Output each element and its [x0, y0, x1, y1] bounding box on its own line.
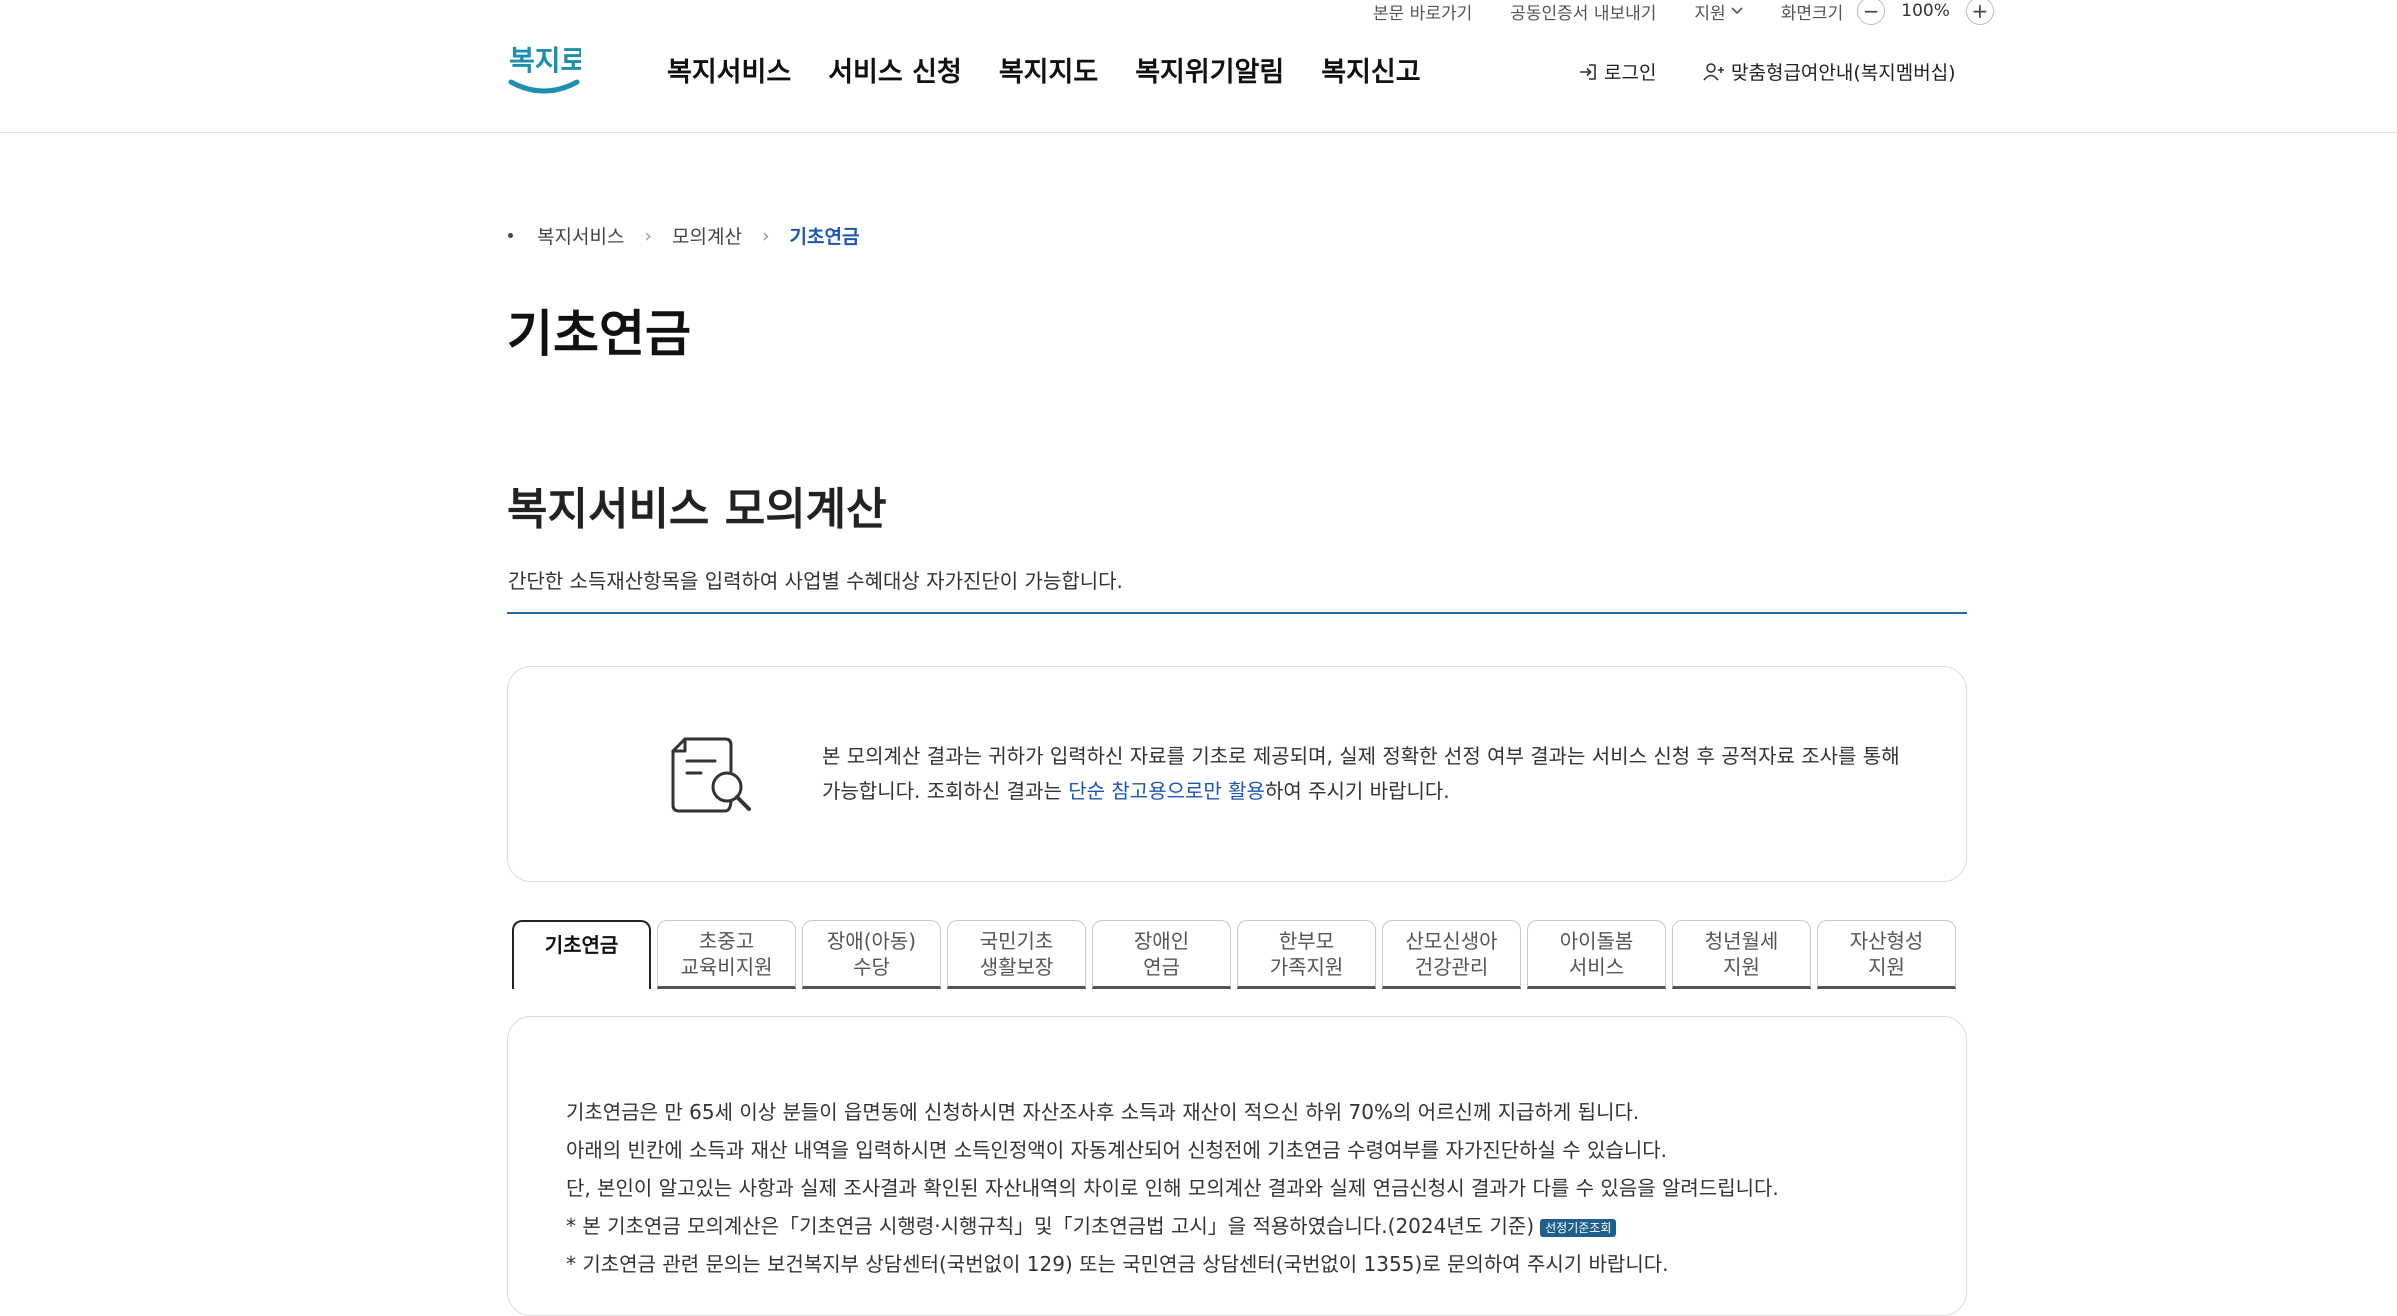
membership-label: 맞춤형급여안내(복지멤버십) — [1731, 62, 1956, 84]
logo-text: 복지로 — [509, 44, 581, 77]
info-line: 기초연금은 만 65세 이상 분들이 읍면동에 신청하시면 자산조사후 소득과 … — [566, 1100, 1640, 1124]
support-dropdown[interactable]: 지원 — [1694, 0, 1743, 24]
cert-export-link[interactable]: 공동인증서 내보내기 — [1510, 0, 1656, 24]
info-line-with-badge: * 본 기초연금 모의계산은「기초연금 시행령‧시행규칙」및「기초연금법 고시」… — [566, 1207, 1779, 1245]
section-divider — [507, 612, 1967, 614]
zoom-in-button[interactable]: + — [1965, 0, 1994, 25]
site-logo[interactable]: 복지로 — [507, 36, 586, 98]
info-line-text: * 본 기초연금 모의계산은「기초연금 시행령‧시행규칙」및「기초연금법 고시」… — [566, 1214, 1535, 1238]
nav-welfare-service[interactable]: 복지서비스 — [667, 50, 791, 89]
support-label: 지원 — [1694, 3, 1726, 24]
notice-text-end: 하여 주시기 바랍니다. — [1264, 779, 1450, 803]
breadcrumb-bullet-icon — [508, 233, 513, 238]
tab-school-education-support[interactable]: 초중고 교육비지원 — [657, 920, 796, 989]
section-description: 간단한 소득재산항목을 입력하여 사업별 수혜대상 자가진단이 가능합니다. — [508, 569, 1123, 593]
chevron-right-icon: › — [761, 224, 770, 247]
tab-maternity-newborn-care[interactable]: 산모신생아 건강관리 — [1382, 920, 1521, 989]
membership-link[interactable]: 맞춤형급여안내(복지멤버십) — [1703, 58, 1956, 85]
zoom-label: 화면크기 — [1780, 3, 1844, 24]
selection-criteria-button[interactable]: 선정기준조회 — [1540, 1218, 1617, 1237]
nav-crisis-alert[interactable]: 복지위기알림 — [1135, 50, 1284, 89]
skip-to-content-link[interactable]: 본문 바로가기 — [1373, 0, 1472, 24]
tab-basic-livelihood[interactable]: 국민기초 생활보장 — [947, 920, 1086, 989]
bokjiro-logo-icon: 복지로 — [508, 44, 586, 94]
tab-disability-pension[interactable]: 장애인 연금 — [1092, 920, 1231, 989]
nav-welfare-map[interactable]: 복지지도 — [999, 50, 1098, 89]
content-box: 기초연금은 만 65세 이상 분들이 읍면동에 신청하시면 자산조사후 소득과 … — [507, 1016, 1967, 1316]
nav-welfare-report[interactable]: 복지신고 — [1321, 50, 1420, 89]
page-title: 기초연금 — [507, 305, 691, 363]
tab-asset-building-support[interactable]: 자산형성 지원 — [1817, 920, 1956, 989]
zoom-value: 100% — [1901, 1, 1950, 21]
zoom-out-button[interactable]: − — [1857, 0, 1886, 25]
notice-highlight: 단순 참고용으로만 활용 — [1068, 779, 1265, 803]
breadcrumb-item-simulation[interactable]: 모의계산 — [672, 222, 742, 249]
nav-service-apply[interactable]: 서비스 신청 — [828, 50, 962, 89]
tab-disabled-child-allowance[interactable]: 장애(아동) 수당 — [802, 920, 941, 989]
login-icon — [1580, 63, 1596, 80]
breadcrumb-item-current: 기초연금 — [789, 226, 860, 248]
breadcrumb-item-welfare-service[interactable]: 복지서비스 — [537, 222, 624, 249]
notice-text: 본 모의계산 결과는 귀하가 입력하신 자료를 기초로 제공되며, 실제 정확한… — [822, 739, 1902, 809]
info-line: 아래의 빈칸에 소득과 재산 내역을 입력하시면 소득인정액이 자동계산되어 신… — [566, 1138, 1668, 1162]
user-plus-icon — [1703, 62, 1724, 81]
login-label: 로그인 — [1604, 62, 1657, 84]
notice-box: 본 모의계산 결과는 귀하가 입력하신 자료를 기초로 제공되며, 실제 정확한… — [507, 666, 1967, 882]
chevron-down-icon — [1731, 7, 1743, 15]
section-title: 복지서비스 모의계산 — [507, 484, 887, 535]
breadcrumb: 복지서비스 › 모의계산 › 기초연금 — [508, 222, 859, 249]
tab-child-care-service[interactable]: 아이돌봄 서비스 — [1527, 920, 1666, 989]
tab-youth-rent-support[interactable]: 청년월세 지원 — [1672, 920, 1811, 989]
info-line: 단, 본인이 알고있는 사항과 실제 조사결과 확인된 자산내역의 차이로 인해… — [566, 1176, 1779, 1200]
info-line: * 기초연금 관련 문의는 보건복지부 상담센터(국번없이 129) 또는 국민… — [566, 1252, 1669, 1276]
main-navigation: 복지서비스 서비스 신청 복지지도 복지위기알림 복지신고 — [667, 50, 1458, 89]
site-header: 본문 바로가기 공동인증서 내보내기 지원 화면크기 − 100% + 복지로 … — [0, 0, 2397, 133]
pension-info-list: 기초연금은 만 65세 이상 분들이 읍면동에 신청하시면 자산조사후 소득과 … — [566, 1093, 1779, 1283]
chevron-right-icon: › — [644, 224, 653, 247]
utility-bar: 본문 바로가기 공동인증서 내보내기 지원 화면크기 − 100% + — [1373, 0, 1994, 25]
tab-single-parent-support[interactable]: 한부모 가족지원 — [1237, 920, 1376, 989]
program-tabs: 기초연금 초중고 교육비지원 장애(아동) 수당 국민기초 생활보장 장애인 연… — [512, 920, 1962, 989]
tab-basic-pension[interactable]: 기초연금 — [512, 920, 651, 989]
login-link[interactable]: 로그인 — [1578, 58, 1656, 85]
document-search-icon — [671, 737, 751, 813]
